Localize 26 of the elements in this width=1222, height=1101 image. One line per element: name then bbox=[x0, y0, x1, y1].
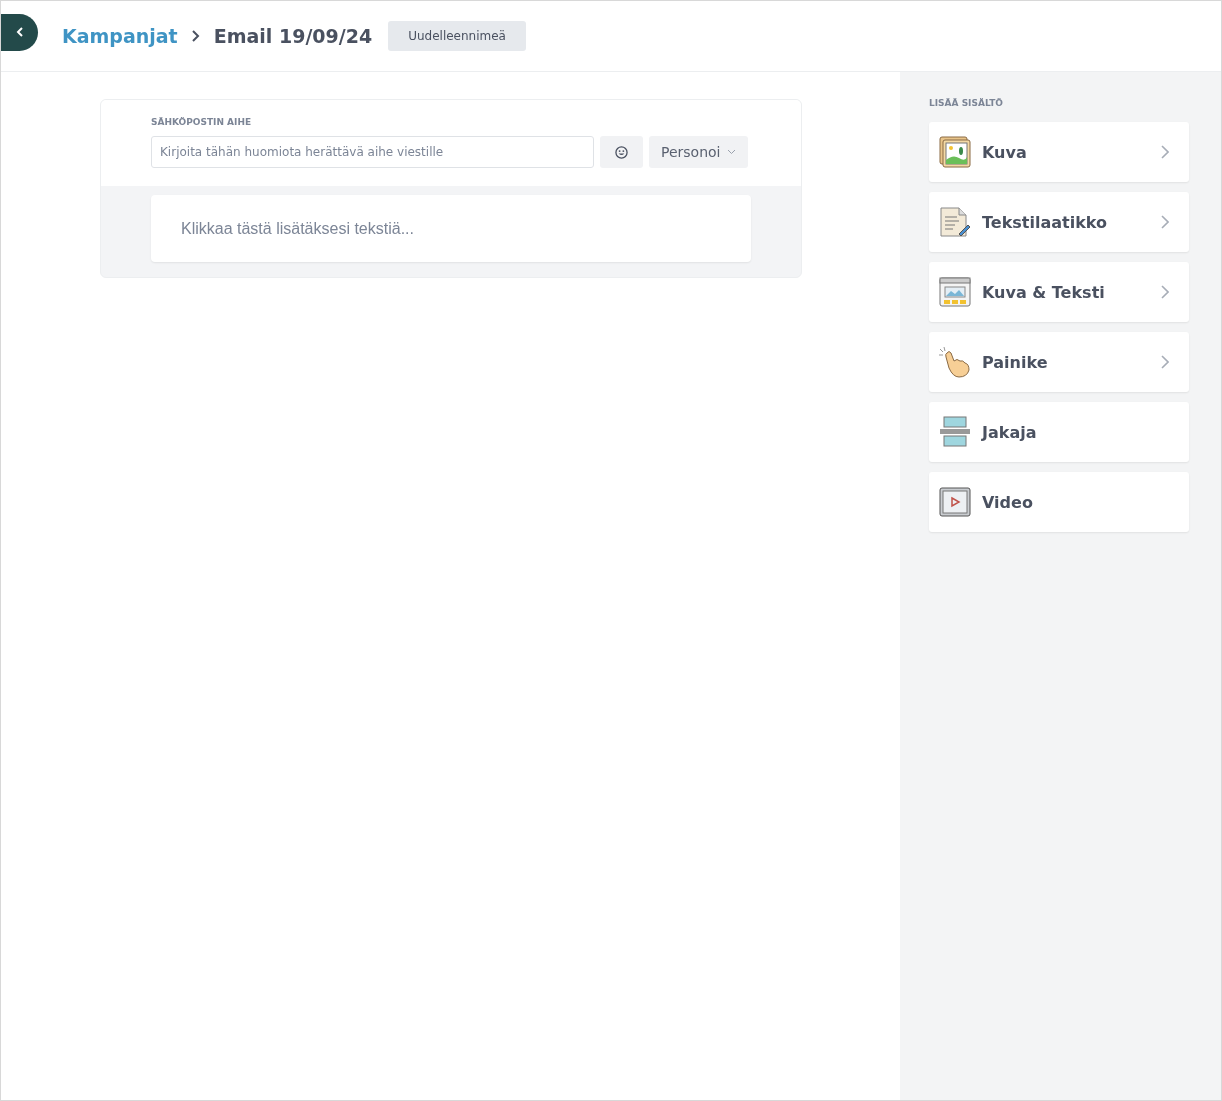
subject-field[interactable]: Kirjoita tähän huomiota herättävä aihe viestille bbox=[151, 136, 594, 168]
divider-icon bbox=[939, 416, 971, 448]
text-block-placeholder: Klikkaa tästä lisätäksesi tekstiä... bbox=[181, 219, 414, 238]
smiley-icon bbox=[615, 145, 628, 159]
content-item[interactable]: Kuva bbox=[929, 122, 1189, 182]
content-item[interactable]: Tekstilaatikko bbox=[929, 192, 1189, 252]
content-item[interactable]: Video bbox=[929, 472, 1189, 532]
content-item[interactable]: Jakaja bbox=[929, 402, 1189, 462]
content-item[interactable]: Painike bbox=[929, 332, 1189, 392]
text-block[interactable]: Klikkaa tästä lisätäksesi tekstiä... bbox=[151, 195, 751, 262]
personalize-button[interactable]: Personoi bbox=[649, 136, 748, 168]
content-item[interactable]: Kuva & Teksti bbox=[929, 262, 1189, 322]
back-button[interactable] bbox=[1, 13, 38, 51]
sidebar-title: LISÄÄ SISÄLTÖ bbox=[929, 98, 1004, 108]
chevron-right-icon bbox=[191, 30, 200, 42]
rename-button[interactable]: Uudelleennimeä bbox=[388, 21, 526, 51]
picture-frame-icon bbox=[939, 136, 971, 168]
field-label: SÄHKÖPOSTIN AIHE bbox=[151, 117, 253, 127]
chevron-down-icon bbox=[726, 149, 736, 155]
chevron-left-icon bbox=[15, 27, 24, 37]
page-title: Email 19/09/24 bbox=[213, 25, 373, 47]
layout-window-icon bbox=[939, 276, 971, 308]
video-player-icon bbox=[939, 486, 971, 518]
pointing-hand-icon bbox=[939, 346, 971, 378]
emoji-button[interactable] bbox=[600, 136, 643, 168]
document-pencil-icon bbox=[939, 206, 971, 238]
